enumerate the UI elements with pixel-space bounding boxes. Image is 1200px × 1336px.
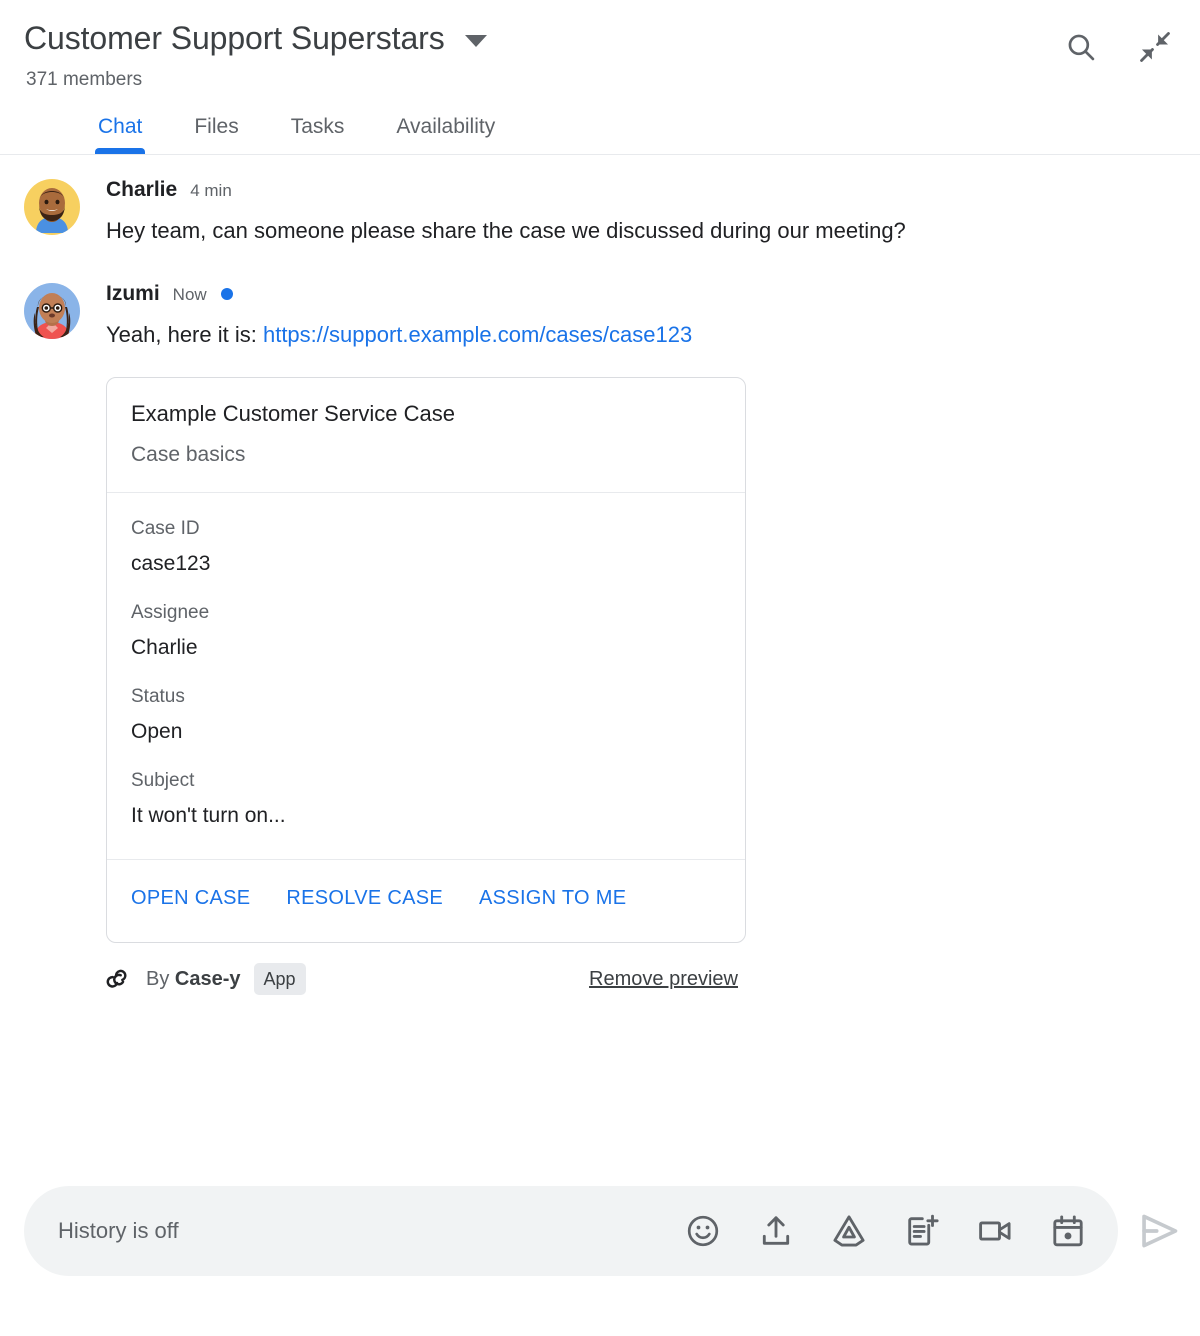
- app-name: Case-y: [174, 967, 241, 990]
- message-body: Izumi Now Yeah, here it is: https://supp…: [106, 279, 1176, 995]
- tab-tasks-label: Tasks: [290, 115, 345, 138]
- tab-availability[interactable]: Availability: [396, 114, 495, 154]
- card-field: Subject It won't turn on...: [131, 769, 721, 829]
- tab-tasks[interactable]: Tasks: [291, 114, 345, 154]
- page-title: Customer Support Superstars: [24, 20, 445, 56]
- card-actions: OPEN CASE RESOLVE CASE ASSIGN TO ME: [107, 860, 745, 942]
- compose-input-container[interactable]: History is off: [24, 1186, 1118, 1276]
- card-field: Case ID case123: [131, 517, 721, 577]
- field-label: Status: [131, 686, 185, 707]
- avatar[interactable]: [24, 179, 80, 235]
- message-timestamp: Now: [172, 285, 207, 304]
- emoji-icon[interactable]: [685, 1213, 721, 1249]
- case-preview-card: Example Customer Service Case Case basic…: [106, 377, 746, 943]
- field-label: Case ID: [131, 518, 200, 539]
- video-camera-icon[interactable]: [977, 1213, 1013, 1249]
- tab-files-label: Files: [194, 115, 239, 138]
- collapse-icon[interactable]: [1138, 30, 1172, 64]
- google-drive-icon[interactable]: [831, 1213, 867, 1249]
- title-row: Customer Support Superstars: [24, 18, 1176, 58]
- chevron-down-icon[interactable]: [464, 35, 487, 47]
- header-actions: [1064, 30, 1172, 64]
- case-link[interactable]: https://support.example.com/cases/case12…: [263, 322, 692, 347]
- avatar[interactable]: [24, 283, 80, 339]
- tab-bar: Chat Files Tasks Availability: [0, 92, 1200, 155]
- field-value: Open: [131, 720, 183, 743]
- field-value: Charlie: [131, 636, 198, 659]
- card-attribution-row: By Case-y App Remove preview: [106, 963, 746, 995]
- webhook-icon: [106, 969, 127, 988]
- add-document-icon[interactable]: [904, 1213, 940, 1249]
- unread-indicator-dot: [220, 288, 233, 300]
- message-text: Hey team, can someone please share the c…: [106, 218, 906, 243]
- message-input[interactable]: History is off: [58, 1218, 685, 1244]
- compose-bar: History is off: [24, 1186, 1182, 1276]
- message-header: Charlie 4 min: [106, 177, 1176, 203]
- upload-icon[interactable]: [758, 1213, 794, 1249]
- field-value: It won't turn on...: [131, 804, 286, 827]
- tab-files[interactable]: Files: [194, 114, 238, 154]
- tab-availability-label: Availability: [396, 115, 496, 138]
- message-text-prefix: Yeah, here it is:: [106, 322, 263, 347]
- search-icon[interactable]: [1064, 30, 1098, 64]
- card-header: Example Customer Service Case Case basic…: [107, 378, 745, 493]
- member-count: 371 members: [26, 69, 143, 90]
- message-item: Izumi Now Yeah, here it is: https://supp…: [24, 279, 1176, 995]
- message-sender: Charlie: [106, 178, 178, 201]
- card-attribution-text: By Case-y: [146, 968, 241, 991]
- send-icon[interactable]: [1136, 1208, 1182, 1254]
- message-body: Charlie 4 min Hey team, can someone plea…: [106, 175, 1176, 247]
- resolve-case-button[interactable]: RESOLVE CASE: [286, 886, 443, 910]
- field-value: case123: [131, 552, 211, 575]
- compose-icon-group: [685, 1213, 1100, 1249]
- assign-to-me-button[interactable]: ASSIGN TO ME: [479, 886, 626, 910]
- tab-chat[interactable]: Chat: [94, 114, 146, 154]
- open-case-button[interactable]: OPEN CASE: [131, 886, 250, 910]
- card-title: Example Customer Service Case: [131, 401, 456, 426]
- app-badge: App: [253, 963, 306, 995]
- by-prefix: By: [146, 967, 175, 990]
- message-timestamp: 4 min: [190, 181, 232, 200]
- card-fields: Case ID case123 Assignee Charlie Status …: [107, 493, 745, 860]
- card-field: Status Open: [131, 685, 721, 745]
- card-field: Assignee Charlie: [131, 601, 721, 661]
- field-label: Assignee: [131, 602, 210, 623]
- calendar-icon[interactable]: [1050, 1213, 1086, 1249]
- field-label: Subject: [131, 770, 195, 791]
- remove-preview-link[interactable]: Remove preview: [589, 968, 746, 991]
- message-item: Charlie 4 min Hey team, can someone plea…: [24, 175, 1176, 247]
- message-sender: Izumi: [106, 282, 160, 305]
- chat-header: Customer Support Superstars 371 members: [0, 0, 1200, 92]
- message-list: Charlie 4 min Hey team, can someone plea…: [0, 155, 1200, 995]
- message-text: Yeah, here it is: https://support.exampl…: [106, 318, 1006, 351]
- tab-chat-label: Chat: [98, 115, 143, 138]
- card-subtitle: Case basics: [131, 443, 246, 466]
- message-header: Izumi Now: [106, 281, 1176, 307]
